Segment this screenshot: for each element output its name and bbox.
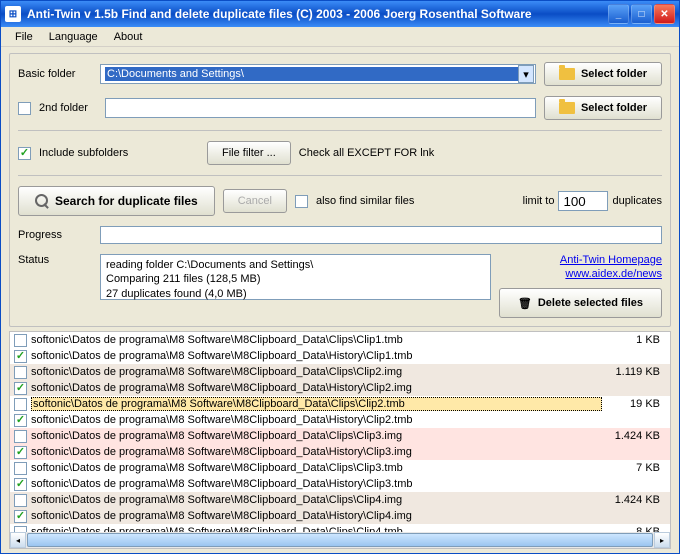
row-checkbox[interactable] xyxy=(14,510,27,523)
row-path: softonic\Datos de programa\M8 Software\M… xyxy=(31,462,602,474)
window-title: Anti-Twin v 1.5b Find and delete duplica… xyxy=(27,7,608,21)
app-icon: ⊞ xyxy=(5,6,21,22)
row-checkbox[interactable] xyxy=(14,446,27,459)
row-checkbox[interactable] xyxy=(14,414,27,427)
row-checkbox[interactable] xyxy=(14,382,27,395)
result-row[interactable]: softonic\Datos de programa\M8 Software\M… xyxy=(10,380,670,396)
chevron-down-icon[interactable]: ▾ xyxy=(518,65,534,83)
row-checkbox[interactable] xyxy=(14,494,27,507)
delete-selected-label: Delete selected files xyxy=(538,297,643,309)
result-row[interactable]: softonic\Datos de programa\M8 Software\M… xyxy=(10,460,670,476)
row-size: 1.119 KB xyxy=(606,366,666,378)
minimize-button[interactable]: _ xyxy=(608,4,629,24)
folder-icon xyxy=(559,102,575,114)
row-path: softonic\Datos de programa\M8 Software\M… xyxy=(31,334,602,346)
row-path: softonic\Datos de programa\M8 Software\M… xyxy=(31,397,602,411)
results-list: softonic\Datos de programa\M8 Software\M… xyxy=(9,331,671,549)
row-checkbox[interactable] xyxy=(14,398,27,411)
row-path: softonic\Datos de programa\M8 Software\M… xyxy=(31,510,602,522)
row-checkbox[interactable] xyxy=(14,350,27,363)
row-path: softonic\Datos de programa\M8 Software\M… xyxy=(31,414,602,426)
also-similar-label: also find similar files xyxy=(316,195,414,207)
scroll-thumb[interactable] xyxy=(27,533,653,547)
row-size: 1.424 KB xyxy=(606,430,666,442)
also-similar-checkbox[interactable] xyxy=(295,195,308,208)
row-checkbox[interactable] xyxy=(14,366,27,379)
include-subfolders-label: Include subfolders xyxy=(39,147,199,159)
search-button-label: Search for duplicate files xyxy=(55,194,198,208)
result-row[interactable]: softonic\Datos de programa\M8 Software\M… xyxy=(10,364,670,380)
scroll-left-icon[interactable]: ◂ xyxy=(10,532,26,548)
close-button[interactable]: ✕ xyxy=(654,4,675,24)
select-folder-button-1[interactable]: Select folder xyxy=(544,62,662,86)
result-row[interactable]: softonic\Datos de programa\M8 Software\M… xyxy=(10,412,670,428)
row-path: softonic\Datos de programa\M8 Software\M… xyxy=(31,478,602,490)
row-path: softonic\Datos de programa\M8 Software\M… xyxy=(31,366,602,378)
status-line: reading folder C:\Documents and Settings… xyxy=(106,258,485,272)
folder-icon xyxy=(559,68,575,80)
trash-icon: 🗑 xyxy=(518,297,532,310)
row-size: 19 KB xyxy=(606,398,666,410)
result-row[interactable]: softonic\Datos de programa\M8 Software\M… xyxy=(10,492,670,508)
status-label: Status xyxy=(18,254,92,266)
scrollbar-horizontal[interactable]: ◂ ▸ xyxy=(10,532,670,548)
homepage-link[interactable]: Anti-Twin Homepage xyxy=(560,254,662,266)
status-line: 27 duplicates found (4,0 MB) xyxy=(106,287,485,301)
cancel-button[interactable]: Cancel xyxy=(223,189,287,213)
menu-language[interactable]: Language xyxy=(41,29,106,45)
menubar: File Language About xyxy=(1,27,679,47)
row-checkbox[interactable] xyxy=(14,334,27,347)
basic-folder-label: Basic folder xyxy=(18,68,92,80)
status-box: reading folder C:\Documents and Settings… xyxy=(100,254,491,300)
row-path: softonic\Datos de programa\M8 Software\M… xyxy=(31,446,602,458)
status-line: Comparing 211 files (128,5 MB) xyxy=(106,272,485,286)
titlebar[interactable]: ⊞ Anti-Twin v 1.5b Find and delete dupli… xyxy=(1,1,679,27)
result-row[interactable]: softonic\Datos de programa\M8 Software\M… xyxy=(10,524,670,532)
file-filter-label: File filter ... xyxy=(222,147,276,159)
row-checkbox[interactable] xyxy=(14,478,27,491)
news-link[interactable]: www.aidex.de/news xyxy=(565,268,662,280)
cancel-label: Cancel xyxy=(238,195,272,207)
row-path: softonic\Datos de programa\M8 Software\M… xyxy=(31,382,602,394)
second-folder-checkbox[interactable] xyxy=(18,102,31,115)
row-path: softonic\Datos de programa\M8 Software\M… xyxy=(31,430,602,442)
file-filter-button[interactable]: File filter ... xyxy=(207,141,291,165)
row-size: 1.424 KB xyxy=(606,494,666,506)
search-button[interactable]: Search for duplicate files xyxy=(18,186,215,216)
result-row[interactable]: softonic\Datos de programa\M8 Software\M… xyxy=(10,444,670,460)
scroll-right-icon[interactable]: ▸ xyxy=(654,532,670,548)
include-subfolders-checkbox[interactable] xyxy=(18,147,31,160)
basic-folder-value: C:\Documents and Settings\ xyxy=(105,67,518,81)
check-except-label: Check all EXCEPT FOR lnk xyxy=(299,147,435,159)
result-row[interactable]: softonic\Datos de programa\M8 Software\M… xyxy=(10,508,670,524)
limit-to-label: limit to xyxy=(523,195,555,207)
limit-input[interactable] xyxy=(558,191,608,211)
basic-folder-combo[interactable]: C:\Documents and Settings\ ▾ xyxy=(100,64,536,84)
select-folder-label: Select folder xyxy=(581,68,647,80)
result-row[interactable]: softonic\Datos de programa\M8 Software\M… xyxy=(10,396,670,412)
progress-label: Progress xyxy=(18,229,92,241)
delete-selected-button[interactable]: 🗑 Delete selected files xyxy=(499,288,662,318)
search-icon xyxy=(35,194,49,208)
row-size: 1 KB xyxy=(606,334,666,346)
maximize-button[interactable]: □ xyxy=(631,4,652,24)
row-checkbox[interactable] xyxy=(14,462,27,475)
menu-file[interactable]: File xyxy=(7,29,41,45)
row-path: softonic\Datos de programa\M8 Software\M… xyxy=(31,494,602,506)
second-folder-input[interactable] xyxy=(105,98,536,118)
menu-about[interactable]: About xyxy=(106,29,151,45)
progress-bar xyxy=(100,226,662,244)
result-row[interactable]: softonic\Datos de programa\M8 Software\M… xyxy=(10,428,670,444)
row-path: softonic\Datos de programa\M8 Software\M… xyxy=(31,350,602,362)
row-size: 7 KB xyxy=(606,462,666,474)
result-row[interactable]: softonic\Datos de programa\M8 Software\M… xyxy=(10,348,670,364)
select-folder-label: Select folder xyxy=(581,102,647,114)
result-row[interactable]: softonic\Datos de programa\M8 Software\M… xyxy=(10,332,670,348)
duplicates-label: duplicates xyxy=(612,195,662,207)
second-folder-label: 2nd folder xyxy=(39,102,97,114)
select-folder-button-2[interactable]: Select folder xyxy=(544,96,662,120)
result-row[interactable]: softonic\Datos de programa\M8 Software\M… xyxy=(10,476,670,492)
row-checkbox[interactable] xyxy=(14,430,27,443)
